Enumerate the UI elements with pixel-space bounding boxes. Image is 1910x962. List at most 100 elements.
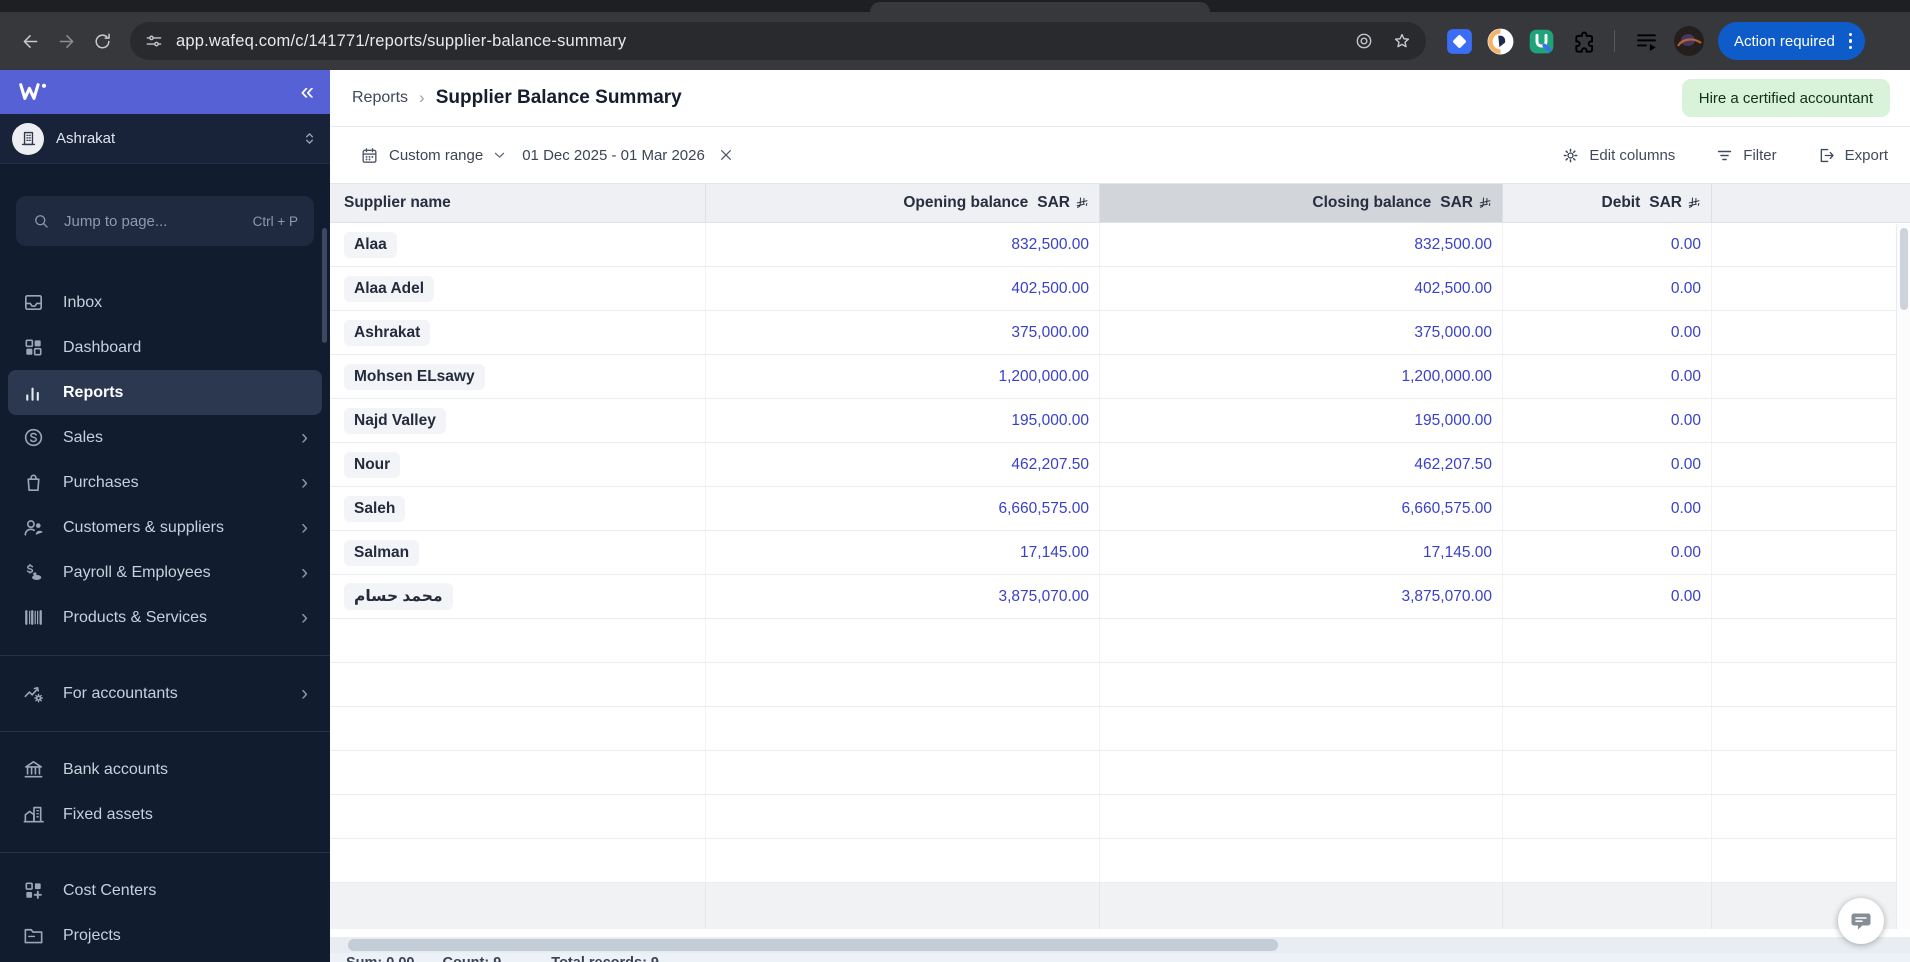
media-controls-icon[interactable] xyxy=(1633,28,1660,55)
vertical-scrollbar[interactable] xyxy=(1896,224,1910,929)
closing-balance-value[interactable]: 375,000.00 xyxy=(1414,324,1492,342)
filter-button[interactable]: Filter xyxy=(1715,146,1777,165)
table-row[interactable]: Nour 462,207.50 462,207.50 0.00 xyxy=(330,443,1910,487)
sidebar: « Ashrakat Jump to page... Ctrl + P Inbo… xyxy=(0,70,330,962)
sidebar-item-cost-centers[interactable]: Cost Centers xyxy=(8,868,322,913)
address-bar[interactable]: app.wafeq.com/c/141771/reports/supplier-… xyxy=(130,22,1426,60)
opening-balance-value[interactable]: 17,145.00 xyxy=(1020,544,1089,562)
browser-profile-avatar[interactable] xyxy=(1674,26,1704,56)
supplier-name[interactable]: Alaa xyxy=(344,231,397,258)
back-button[interactable] xyxy=(12,23,48,59)
range-type-label[interactable]: Custom range xyxy=(389,147,483,164)
table-row[interactable]: Alaa 832,500.00 832,500.00 0.00 xyxy=(330,223,1910,267)
debit-value[interactable]: 0.00 xyxy=(1671,280,1701,298)
sidebar-item-products-services[interactable]: Products & Services › xyxy=(8,595,322,640)
reload-button[interactable] xyxy=(84,23,120,59)
supplier-name[interactable]: Ashrakat xyxy=(344,319,431,346)
supplier-name[interactable]: Alaa Adel xyxy=(344,275,435,302)
debit-value[interactable]: 0.00 xyxy=(1671,500,1701,518)
opening-balance-value[interactable]: 402,500.00 xyxy=(1011,280,1089,298)
column-header-opening-balance[interactable]: Opening balance SAR xyxy=(706,184,1100,222)
sidebar-item-bank-accounts[interactable]: Bank accounts xyxy=(8,747,322,792)
horizontal-scrollbar[interactable] xyxy=(330,937,1910,953)
closing-balance-value[interactable]: 1,200,000.00 xyxy=(1401,368,1492,386)
sidebar-item-payroll-employees[interactable]: Payroll & Employees › xyxy=(8,550,322,595)
opening-balance-value[interactable]: 195,000.00 xyxy=(1011,412,1089,430)
sidebar-item-fixed-assets[interactable]: Fixed assets xyxy=(8,792,322,837)
site-settings-icon[interactable] xyxy=(144,31,164,51)
supplier-name[interactable]: محمد حسام xyxy=(344,583,453,610)
sidebar-item-for-accountants[interactable]: For accountants › xyxy=(8,671,322,716)
action-required-menu[interactable]: Action required xyxy=(1718,22,1866,60)
edit-columns-button[interactable]: Edit columns xyxy=(1561,146,1675,165)
opening-balance-value[interactable]: 462,207.50 xyxy=(1011,456,1089,474)
extension-circle-icon[interactable] xyxy=(1487,28,1514,55)
table-row[interactable]: Mohsen ELsawy 1,200,000.00 1,200,000.00 0.0… xyxy=(330,355,1910,399)
sidebar-item-sales[interactable]: Sales › xyxy=(8,415,322,460)
forward-button[interactable] xyxy=(48,23,84,59)
closing-balance-value[interactable]: 6,660,575.00 xyxy=(1401,500,1492,518)
opening-balance-value[interactable]: 3,875,070.00 xyxy=(998,588,1089,606)
export-button[interactable]: Export xyxy=(1817,146,1888,165)
company-selector[interactable]: Ashrakat xyxy=(0,114,330,164)
debit-value[interactable]: 0.00 xyxy=(1671,236,1701,254)
chevron-down-icon[interactable] xyxy=(492,148,507,163)
extension-green-icon[interactable] xyxy=(1528,28,1555,55)
supplier-name[interactable]: Nour xyxy=(344,451,401,478)
extensions-puzzle-icon[interactable] xyxy=(1569,28,1596,55)
debit-value[interactable]: 0.00 xyxy=(1671,544,1701,562)
debit-value[interactable]: 0.00 xyxy=(1671,324,1701,342)
table-row[interactable]: Salman 17,145.00 17,145.00 0.00 xyxy=(330,531,1910,575)
table-row[interactable]: Ashrakat 375,000.00 375,000.00 0.00 xyxy=(330,311,1910,355)
sidebar-item-reports[interactable]: Reports xyxy=(8,370,322,415)
blank-cell xyxy=(1712,355,1910,398)
extension-blue-icon[interactable] xyxy=(1446,28,1473,55)
debit-value[interactable]: 0.00 xyxy=(1671,412,1701,430)
closing-balance-value[interactable]: 3,875,070.00 xyxy=(1401,588,1492,606)
chat-widget-button[interactable] xyxy=(1838,898,1884,944)
closing-balance-value[interactable]: 402,500.00 xyxy=(1414,280,1492,298)
active-tab[interactable] xyxy=(870,2,1210,12)
opening-balance-value[interactable]: 6,660,575.00 xyxy=(998,500,1089,518)
debit-value[interactable]: 0.00 xyxy=(1671,588,1701,606)
bookmark-star-icon[interactable] xyxy=(1392,31,1412,51)
supplier-name[interactable]: Mohsen ELsawy xyxy=(344,363,485,390)
supplier-name[interactable]: Najd Valley xyxy=(344,407,446,434)
hire-accountant-button[interactable]: Hire a certified accountant xyxy=(1681,79,1890,117)
closing-balance-value[interactable]: 17,145.00 xyxy=(1423,544,1492,562)
sidebar-item-dashboard[interactable]: Dashboard xyxy=(8,325,322,370)
clear-range-icon[interactable] xyxy=(718,147,734,163)
sidebar-item-inbox[interactable]: Inbox xyxy=(8,280,322,325)
table-row[interactable]: Najd Valley 195,000.00 195,000.00 0.00 xyxy=(330,399,1910,443)
table-row[interactable]: Saleh 6,660,575.00 6,660,575.00 0.00 xyxy=(330,487,1910,531)
jump-to-page-search[interactable]: Jump to page... Ctrl + P xyxy=(16,196,314,246)
sidebar-item-projects[interactable]: Projects xyxy=(8,913,322,958)
range-value[interactable]: 01 Dec 2025 - 01 Mar 2026 xyxy=(522,147,705,164)
sidebar-item-customers-suppliers[interactable]: Customers & suppliers › xyxy=(8,505,322,550)
sidebar-scrollbar[interactable] xyxy=(322,228,327,343)
table-row[interactable]: محمد حسام 3,875,070.00 3,875,070.00 0.00 xyxy=(330,575,1910,619)
column-header-supplier-name[interactable]: Supplier name xyxy=(330,184,706,222)
column-header-debit[interactable]: Debit SAR xyxy=(1503,184,1712,222)
sidebar-collapse-button[interactable]: « xyxy=(301,80,314,104)
breadcrumb[interactable]: Reports xyxy=(352,89,408,107)
debit-cell: 0.00 xyxy=(1503,311,1712,354)
closing-balance-value[interactable]: 195,000.00 xyxy=(1414,412,1492,430)
supplier-name[interactable]: Saleh xyxy=(344,495,406,522)
table-row[interactable]: Alaa Adel 402,500.00 402,500.00 0.00 xyxy=(330,267,1910,311)
sidebar-item-purchases[interactable]: Purchases › xyxy=(8,460,322,505)
supplier-name-cell xyxy=(330,751,706,794)
date-range-filter[interactable]: Custom range 01 Dec 2025 - 01 Mar 2026 xyxy=(360,146,734,165)
debit-value[interactable]: 0.00 xyxy=(1671,456,1701,474)
opening-balance-value[interactable]: 832,500.00 xyxy=(1011,236,1089,254)
closing-balance-value[interactable]: 832,500.00 xyxy=(1414,236,1492,254)
horizontal-scrollbar-thumb[interactable] xyxy=(348,939,1278,951)
debit-value[interactable]: 0.00 xyxy=(1671,368,1701,386)
column-header-closing-balance[interactable]: Closing balance SAR xyxy=(1100,184,1503,222)
opening-balance-value[interactable]: 1,200,000.00 xyxy=(998,368,1089,386)
supplier-name[interactable]: Salman xyxy=(344,539,420,566)
opening-balance-value[interactable]: 375,000.00 xyxy=(1011,324,1089,342)
closing-balance-value[interactable]: 462,207.50 xyxy=(1414,456,1492,474)
preview-eye-icon[interactable] xyxy=(1354,31,1374,51)
vertical-scrollbar-thumb[interactable] xyxy=(1900,228,1908,310)
